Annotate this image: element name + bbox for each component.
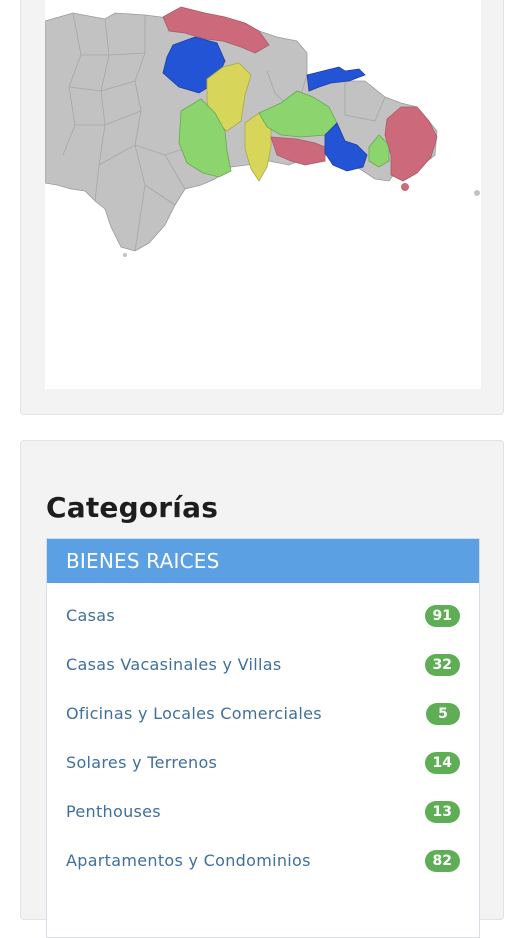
count-badge: 32: [424, 654, 460, 676]
island-mona: [474, 190, 480, 196]
count-badge: 91: [424, 605, 460, 627]
island-saona: [401, 183, 409, 191]
count-badge: 14: [424, 752, 460, 774]
count-badge: 5: [426, 703, 460, 725]
list-item[interactable]: Penthouses 13: [47, 787, 479, 836]
category-list: Casas 91 Casas Vacasinales y Villas 32 O…: [47, 591, 479, 885]
count-badge: 13: [424, 801, 460, 823]
list-item[interactable]: Solares y Terrenos 14: [47, 738, 479, 787]
list-item[interactable]: Oficinas y Locales Comerciales 5: [47, 689, 479, 738]
list-item[interactable]: Casas Vacasinales y Villas 32: [47, 640, 479, 689]
panel-header[interactable]: BIENES RAICES: [47, 539, 479, 583]
list-item[interactable]: Casas 91: [47, 591, 479, 640]
island-beata: [123, 253, 127, 257]
category-link[interactable]: Apartamentos y Condominios: [66, 851, 311, 870]
province-red-east: [384, 106, 438, 182]
category-link[interactable]: Solares y Terrenos: [66, 753, 217, 772]
category-link[interactable]: Penthouses: [66, 802, 161, 821]
list-item[interactable]: Apartamentos y Condominios 82: [47, 836, 479, 885]
category-link[interactable]: Casas: [66, 606, 115, 625]
categories-card: Categorías BIENES RAICES Casas 91 Casas …: [20, 440, 504, 938]
count-badge: 82: [424, 850, 460, 872]
category-link[interactable]: Oficinas y Locales Comerciales: [66, 704, 322, 723]
map-card: [20, 0, 504, 415]
bienes-raices-panel: BIENES RAICES Casas 91 Casas Vacasinales…: [46, 538, 480, 938]
dominican-republic-map: [45, 0, 481, 389]
categories-title: Categorías: [46, 491, 219, 524]
category-link[interactable]: Casas Vacasinales y Villas: [66, 655, 282, 674]
